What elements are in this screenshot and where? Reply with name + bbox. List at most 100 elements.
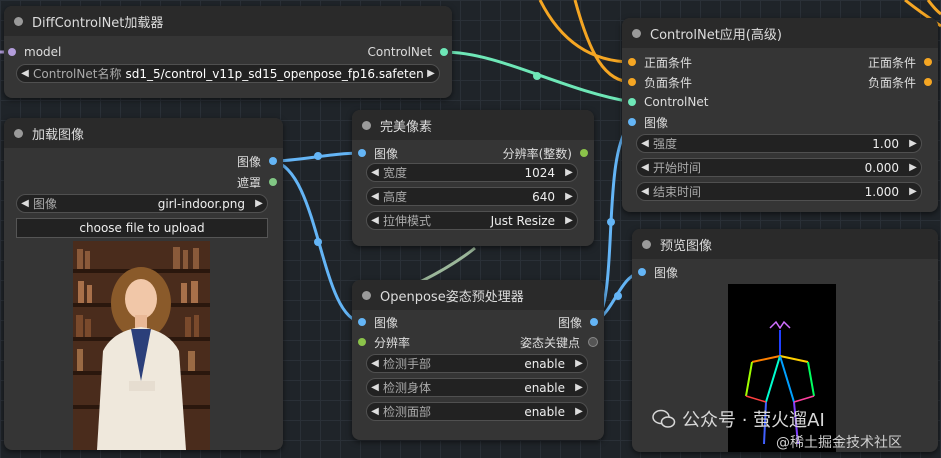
controlnet-name-select[interactable]: ◀ ControlNet名称 sd1_5/control_v11p_sd15_o… [16, 64, 440, 83]
node-load-image[interactable]: 加载图像 图像 遮罩 ◀ 图像 girl-indoor.png ▶ choose… [4, 118, 283, 450]
link-resolution [419, 246, 476, 284]
node-header[interactable]: 完美像素 [352, 110, 594, 140]
start-percent-widget[interactable]: ◀ 开始时间 0.000 ▶ [636, 158, 922, 177]
arrow-left-icon[interactable]: ◀ [367, 358, 383, 369]
arrow-right-icon[interactable]: ▶ [571, 358, 587, 369]
output-image[interactable]: 图像 [237, 152, 277, 170]
arrow-right-icon[interactable]: ▶ [905, 138, 921, 149]
conditioning-socket-icon[interactable] [924, 58, 932, 66]
conditioning-socket-icon[interactable] [924, 78, 932, 86]
arrow-left-icon[interactable]: ◀ [367, 406, 383, 417]
node-header[interactable]: 预览图像 [632, 229, 938, 259]
detect-hands-toggle[interactable]: ◀ 检测手部 enable ▶ [366, 354, 588, 373]
strength-widget[interactable]: ◀ 强度 1.00 ▶ [636, 134, 922, 153]
int-socket-icon[interactable] [580, 149, 588, 157]
arrow-left-icon[interactable]: ◀ [367, 215, 383, 226]
output-positive[interactable]: 正面条件 [868, 53, 932, 71]
mask-socket-icon[interactable] [269, 178, 277, 186]
widget-value: 1.00 [872, 136, 899, 151]
node-header[interactable]: 加载图像 [4, 118, 283, 148]
arrow-right-icon[interactable]: ▶ [905, 162, 921, 173]
output-controlnet[interactable]: ControlNet [368, 43, 448, 61]
node-status-icon [14, 16, 23, 26]
node-status-icon [632, 28, 641, 38]
arrow-left-icon[interactable]: ◀ [367, 167, 383, 178]
node-openpose-preprocessor[interactable]: Openpose姿态预处理器 图像 图像 分辨率 姿态关键点 ◀ 检测手部 en… [352, 280, 604, 440]
output-mask[interactable]: 遮罩 [237, 173, 277, 191]
arrow-left-icon[interactable]: ◀ [637, 138, 653, 149]
wechat-icon [652, 409, 676, 428]
input-negative[interactable]: 负面条件 [628, 73, 692, 91]
arrow-left-icon[interactable]: ◀ [367, 191, 383, 202]
input-negative-label: 负面条件 [644, 75, 693, 90]
upload-button[interactable]: choose file to upload [16, 218, 268, 238]
input-image-label: 图像 [644, 115, 669, 130]
arrow-right-icon[interactable]: ▶ [905, 186, 921, 197]
arrow-left-icon[interactable]: ◀ [637, 162, 653, 173]
input-image[interactable]: 图像 [358, 144, 398, 162]
controlnet-socket-icon[interactable] [628, 98, 636, 106]
detect-face-toggle[interactable]: ◀ 检测面部 enable ▶ [366, 402, 588, 421]
resize-mode-select[interactable]: ◀ 拉伸模式 Just Resize ▶ [366, 211, 578, 230]
node-status-icon [14, 128, 23, 138]
arrow-right-icon[interactable]: ▶ [561, 167, 577, 178]
output-controlnet-label: ControlNet [367, 45, 432, 59]
arrow-right-icon[interactable]: ▶ [561, 215, 577, 226]
arrow-left-icon[interactable]: ◀ [637, 186, 653, 197]
int-socket-icon[interactable] [358, 338, 366, 346]
watermark-main: 公众号 · 萤火遛AI [682, 410, 825, 431]
input-resolution-label: 分辨率 [374, 335, 411, 350]
node-title: 完美像素 [380, 119, 433, 135]
input-image[interactable]: 图像 [358, 313, 398, 331]
arrow-right-icon[interactable]: ▶ [561, 191, 577, 202]
arrow-right-icon[interactable]: ▶ [571, 382, 587, 393]
node-status-icon [362, 290, 371, 300]
input-controlnet-label: ControlNet [644, 95, 709, 109]
image-socket-icon[interactable] [358, 318, 366, 326]
input-model[interactable]: model [8, 43, 61, 61]
arrow-left-icon[interactable]: ◀ [17, 198, 33, 209]
input-image[interactable]: 图像 [628, 113, 668, 131]
node-title: ControlNet应用(高级) [650, 27, 782, 43]
image-socket-icon[interactable] [358, 149, 366, 157]
input-image[interactable]: 图像 [638, 263, 678, 281]
model-socket-icon[interactable] [8, 48, 16, 56]
widget-label: ControlNet名称 [33, 67, 122, 81]
input-positive[interactable]: 正面条件 [628, 53, 692, 71]
output-resolution[interactable]: 分辨率(整数) [503, 144, 588, 162]
end-percent-widget[interactable]: ◀ 结束时间 1.000 ▶ [636, 182, 922, 201]
controlnet-socket-icon[interactable] [440, 48, 448, 56]
widget-label: 宽度 [383, 166, 408, 180]
input-model-label: model [24, 45, 62, 59]
conditioning-socket-icon[interactable] [628, 58, 636, 66]
output-negative[interactable]: 负面条件 [868, 73, 932, 91]
node-perfect-pixel[interactable]: 完美像素 图像 分辨率(整数) ◀ 宽度 1024 ▶ ◀ 高度 640 ▶ ◀… [352, 110, 594, 246]
conditioning-socket-icon[interactable] [628, 78, 636, 86]
image-socket-icon[interactable] [590, 318, 598, 326]
arrow-right-icon[interactable]: ▶ [423, 68, 439, 79]
widget-value: Just Resize [490, 213, 555, 228]
detect-body-toggle[interactable]: ◀ 检测身体 enable ▶ [366, 378, 588, 397]
keypoint-socket-icon[interactable] [588, 337, 598, 347]
widget-value: 1.000 [864, 184, 899, 199]
arrow-left-icon[interactable]: ◀ [17, 68, 33, 79]
output-keypoints[interactable]: 姿态关键点 [520, 333, 598, 351]
image-socket-icon[interactable] [628, 118, 636, 126]
output-image[interactable]: 图像 [558, 313, 598, 331]
node-diffcontrolnet-loader[interactable]: DiffControlNet加载器 model ControlNet ◀ Con… [4, 6, 452, 98]
node-header[interactable]: Openpose姿态预处理器 [352, 280, 604, 310]
image-socket-icon[interactable] [269, 157, 277, 165]
node-header[interactable]: ControlNet应用(高级) [622, 18, 938, 48]
arrow-right-icon[interactable]: ▶ [571, 406, 587, 417]
watermark-sub: @稀土掘金技术社区 [776, 435, 902, 451]
input-resolution[interactable]: 分辨率 [358, 333, 410, 351]
image-select[interactable]: ◀ 图像 girl-indoor.png ▶ [16, 194, 268, 213]
input-controlnet[interactable]: ControlNet [628, 93, 708, 111]
height-widget[interactable]: ◀ 高度 640 ▶ [366, 187, 578, 206]
node-controlnet-apply-advanced[interactable]: ControlNet应用(高级) 正面条件 正面条件 负面条件 负面条件 Con… [622, 18, 938, 212]
arrow-left-icon[interactable]: ◀ [367, 382, 383, 393]
image-socket-icon[interactable] [638, 268, 646, 276]
node-header[interactable]: DiffControlNet加载器 [4, 6, 452, 36]
arrow-right-icon[interactable]: ▶ [251, 198, 267, 209]
width-widget[interactable]: ◀ 宽度 1024 ▶ [366, 163, 578, 182]
